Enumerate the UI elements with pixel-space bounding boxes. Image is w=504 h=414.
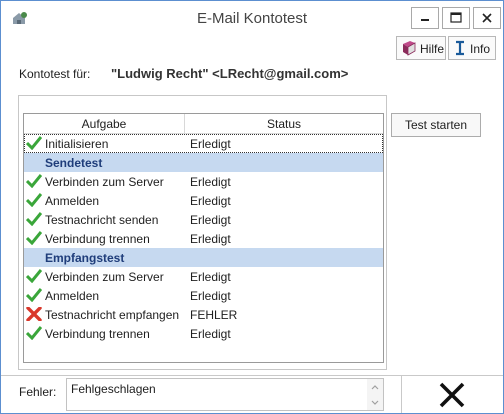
task-cell: Testnachricht empfangen (45, 308, 180, 322)
close-icon (482, 13, 492, 23)
maximize-button[interactable] (442, 7, 470, 29)
close-window-button[interactable] (473, 7, 501, 29)
status-cell: Erledigt (190, 213, 231, 227)
column-header-status[interactable]: Status (185, 117, 383, 131)
status-cell: Erledigt (190, 194, 231, 208)
info-icon (456, 40, 464, 56)
task-cell: Anmelden (45, 289, 100, 303)
task-cell: Verbindung trennen (45, 232, 150, 246)
error-message-box[interactable]: Fehlgeschlagen (66, 378, 384, 411)
table-row[interactable]: Verbindung trennen Erledigt (24, 324, 383, 343)
status-cell: Erledigt (190, 232, 231, 246)
task-cell: Testnachricht senden (45, 213, 159, 227)
scroll-up-icon (371, 385, 379, 390)
minimize-icon (421, 19, 429, 21)
status-cell: Erledigt (190, 175, 231, 189)
table-row[interactable]: Testnachricht empfangen FEHLER (24, 305, 383, 324)
table-row[interactable]: Anmelden Erledigt (24, 191, 383, 210)
footer-divider (401, 376, 402, 413)
status-cell: Erledigt (190, 289, 231, 303)
table-row[interactable]: Verbinden zum Server Erledigt (24, 172, 383, 191)
task-cell: Anmelden (45, 194, 100, 208)
group-title: Empfangstest (45, 251, 125, 265)
help-book-icon (403, 41, 416, 56)
info-button[interactable]: Info (448, 36, 496, 60)
minimize-button[interactable] (411, 7, 439, 29)
group-title: Sendetest (45, 156, 103, 170)
account-value: "Ludwig Recht" <LRecht@gmail.com> (111, 66, 349, 81)
check-icon (26, 174, 42, 188)
table-row[interactable]: Anmelden Erledigt (24, 286, 383, 305)
task-cell: Verbindung trennen (45, 327, 150, 341)
check-icon (26, 269, 42, 283)
error-label: Fehler: (19, 385, 57, 399)
task-cell: Verbinden zum Server (45, 270, 164, 284)
error-message: Fehlgeschlagen (71, 382, 156, 396)
table-row[interactable]: Initialisieren Erledigt (24, 134, 383, 153)
task-grid[interactable]: Aufgabe Status Initialisieren Erledigt S… (23, 113, 384, 363)
status-cell: Erledigt (190, 270, 231, 284)
dialog-window: E-Mail Kontotest Hilfe Info Kontotest fü… (0, 0, 504, 414)
column-header-task[interactable]: Aufgabe (24, 117, 184, 131)
group-row-empfangstest[interactable]: Empfangstest (24, 248, 383, 267)
check-icon (26, 288, 42, 302)
status-cell: FEHLER (190, 308, 238, 322)
start-test-button[interactable]: Test starten (391, 113, 481, 137)
scroll-down-icon (371, 400, 379, 405)
help-button[interactable]: Hilfe (396, 36, 446, 60)
check-icon (26, 212, 42, 226)
error-x-icon (26, 307, 42, 321)
info-label: Info (470, 42, 491, 56)
bottom-divider (1, 375, 503, 376)
task-cell: Initialisieren (45, 137, 109, 151)
check-icon (26, 326, 42, 340)
grid-header: Aufgabe Status (24, 114, 383, 134)
maximize-icon (450, 12, 462, 23)
table-row[interactable]: Testnachricht senden Erledigt (24, 210, 383, 229)
check-icon (26, 193, 42, 207)
status-cell: Erledigt (190, 327, 231, 341)
account-label: Kontotest für: (19, 67, 91, 81)
status-cell: Erledigt (190, 137, 231, 151)
error-scrollbar[interactable] (367, 379, 383, 410)
check-icon (26, 136, 42, 150)
help-label: Hilfe (420, 42, 445, 56)
close-dialog-x-icon[interactable] (437, 382, 467, 408)
group-row-sendetest[interactable]: Sendetest (24, 153, 383, 172)
title-bar: E-Mail Kontotest (1, 1, 503, 35)
table-row[interactable]: Verbindung trennen Erledigt (24, 229, 383, 248)
task-cell: Verbinden zum Server (45, 175, 164, 189)
check-icon (26, 231, 42, 245)
table-row[interactable]: Verbinden zum Server Erledigt (24, 267, 383, 286)
